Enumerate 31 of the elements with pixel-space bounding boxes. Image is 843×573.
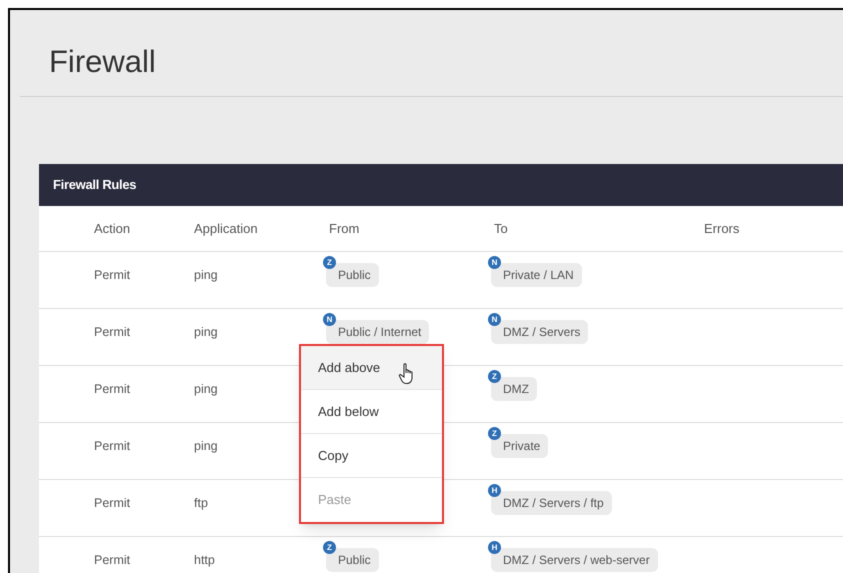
zone-badge: N — [488, 256, 501, 269]
zone-badge: Z — [488, 370, 501, 383]
action-cell-text: Permit — [94, 380, 130, 398]
column-header: Action — [94, 220, 130, 236]
column-header: From — [329, 220, 360, 236]
zone-badge: N — [323, 313, 336, 326]
column-header: Errors — [704, 220, 740, 236]
application-cell-text: ping — [194, 324, 218, 341]
application-cell-text: ping — [194, 266, 218, 284]
column-header: To — [494, 220, 508, 236]
zone-badge: H — [488, 541, 501, 554]
card-title: Firewall Rules — [53, 176, 136, 194]
page-title: Firewall — [49, 43, 157, 81]
menu-item[interactable]: Add below — [301, 390, 442, 434]
application-cell-text: ping — [194, 438, 218, 455]
application-cell-text: ping — [194, 380, 218, 398]
column-header: Application — [194, 220, 258, 236]
action-cell-text: Permit — [94, 552, 130, 569]
zone-badge: H — [488, 484, 501, 497]
action-cell-text: Permit — [94, 438, 130, 455]
action-cell-text: Permit — [94, 266, 130, 284]
zone-badge: Z — [488, 427, 501, 440]
zone-badge: N — [488, 313, 501, 326]
application-cell-text: http — [194, 552, 215, 569]
zone-badge: Z — [323, 256, 336, 269]
action-cell-text: Permit — [94, 324, 130, 341]
zone-badge: Z — [323, 541, 336, 554]
action-cell-text: Permit — [94, 494, 130, 512]
menu-item[interactable]: Add above — [301, 346, 442, 390]
menu-item[interactable]: Copy — [301, 434, 442, 478]
application-cell-text: ftp — [194, 494, 208, 512]
